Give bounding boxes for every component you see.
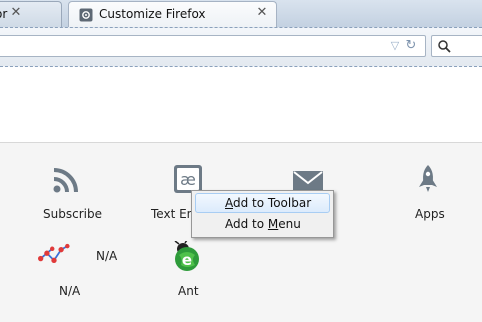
menu-item-text: Add to (225, 217, 268, 231)
tab-label: Customize Firefox (99, 7, 206, 21)
svg-text:e: e (182, 251, 192, 269)
context-menu: Add to Toolbar Add to Menu (191, 190, 334, 238)
navigation-toolbar: ▽ ↻ (0, 27, 482, 67)
dropdown-history-icon[interactable]: ▽ (388, 39, 402, 53)
palette-item-label: Subscribe (43, 207, 102, 221)
menu-item-accel-key: A (225, 196, 233, 210)
menu-item-text: dd to Toolbar (233, 196, 312, 210)
customize-gear-icon (79, 8, 93, 22)
close-icon[interactable]: ✕ (9, 6, 23, 20)
rocket-apps-icon[interactable] (412, 163, 444, 195)
network-graph-icon[interactable] (38, 239, 70, 271)
menu-item-add-to-menu[interactable]: Add to Menu (195, 215, 330, 235)
svg-text:æ: æ (180, 170, 196, 189)
tab-customize-firefox[interactable]: Customize Firefox ✕ (68, 1, 277, 27)
tab-previous[interactable]: or ✕ (0, 1, 62, 27)
search-icon (438, 40, 451, 53)
close-icon[interactable]: ✕ (255, 6, 269, 20)
menu-item-text: enu (278, 217, 301, 231)
search-bar[interactable] (431, 35, 482, 57)
palette-item-label: N/A (59, 284, 81, 298)
tab-label: or (0, 7, 8, 21)
reload-icon[interactable]: ↻ (404, 39, 418, 53)
ant-globe-icon[interactable]: e (171, 241, 203, 273)
palette-item-label: Apps (415, 207, 445, 221)
tab-strip: or ✕ Customize Firefox ✕ (0, 0, 482, 27)
palette-item-label: Ant (178, 284, 199, 298)
rss-feed-icon[interactable] (51, 163, 83, 195)
url-bar[interactable]: ▽ ↻ (0, 35, 426, 57)
palette-item-side-label: N/A (96, 249, 118, 263)
menu-item-accel-key: M (267, 217, 279, 231)
menu-item-add-to-toolbar[interactable]: Add to Toolbar (195, 193, 330, 213)
